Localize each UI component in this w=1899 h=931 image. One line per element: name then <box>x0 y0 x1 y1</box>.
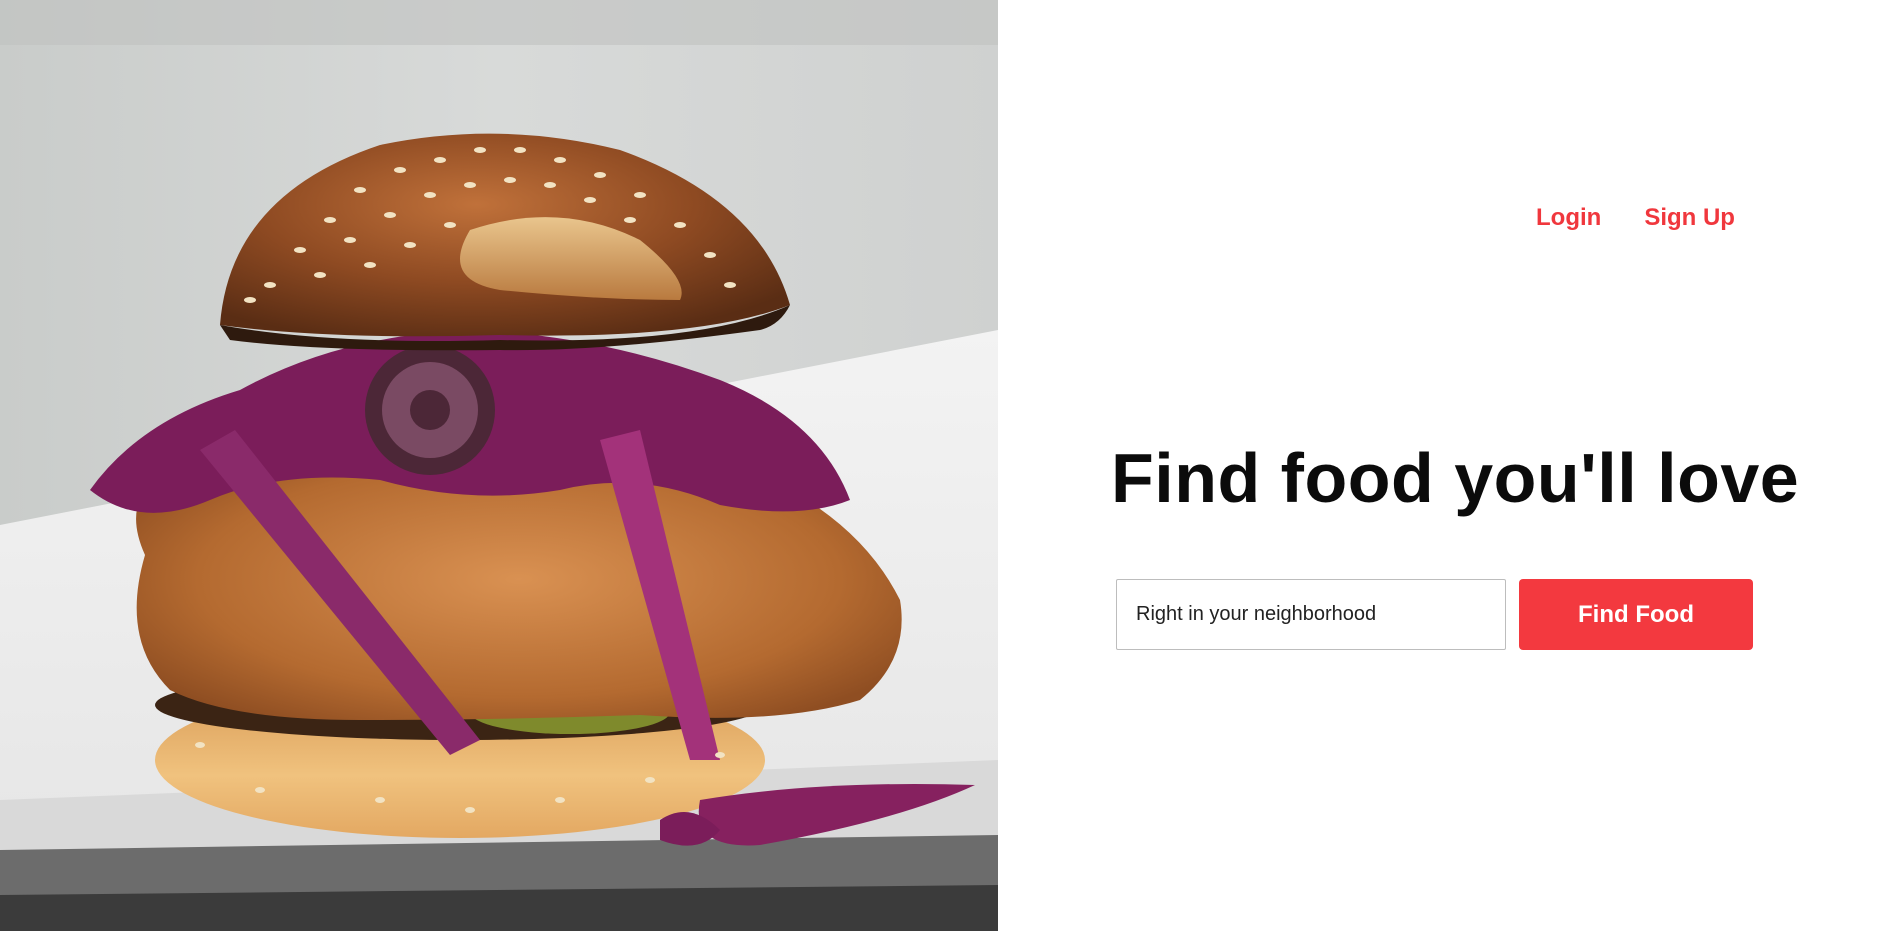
content-panel: Login Sign Up Find food you'll love Find… <box>998 0 1899 931</box>
burger-illustration <box>0 0 998 931</box>
location-search-input[interactable] <box>1116 579 1506 650</box>
signup-link[interactable]: Sign Up <box>1644 204 1735 232</box>
login-link[interactable]: Login <box>1536 204 1601 232</box>
find-food-button[interactable]: Find Food <box>1519 579 1753 650</box>
landing-page: Login Sign Up Find food you'll love Find… <box>0 0 1899 931</box>
search-form: Find Food <box>1116 579 1753 650</box>
hero-image <box>0 0 998 931</box>
top-nav: Login Sign Up <box>1536 204 1735 232</box>
page-title: Find food you'll love <box>1111 439 1800 517</box>
